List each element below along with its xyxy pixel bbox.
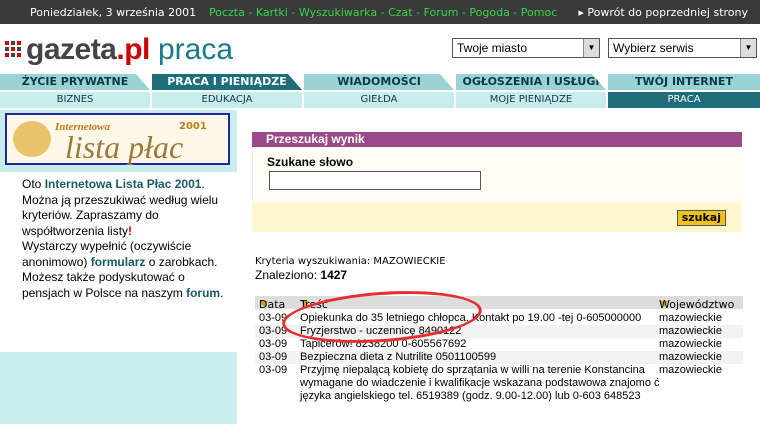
tab-wiadomosci[interactable]: WIADOMOŚCI (304, 74, 454, 90)
site-logo[interactable]: gazeta.pl (26, 33, 150, 67)
link-poczta[interactable]: Poczta (209, 6, 245, 19)
city-select[interactable]: Twoje miasto ▼ (452, 38, 600, 58)
row-text[interactable]: Przyjmę niepalącą kobietę do sprzątania … (300, 364, 660, 403)
found-count: Znaleziono: 1427 (255, 268, 347, 282)
header-data[interactable]: Data (259, 297, 285, 311)
sidebar-text: Oto Internetowa Lista Płac 2001. Można j… (0, 172, 237, 352)
search-panel: Szukane słowo (252, 147, 742, 202)
top-bar: Poniedziałek, 3 września 2001 Poczta - K… (0, 0, 760, 24)
lista-plac-banner[interactable]: Internetowa 2001 lista płac (5, 113, 230, 165)
link-pogoda[interactable]: Pogoda (469, 6, 509, 19)
city-select-value: Twoje miasto (457, 41, 528, 55)
table-row[interactable]: 03-09 Przyjmę niepalącą kobietę do sprzą… (255, 364, 743, 420)
tab-corner (288, 74, 302, 90)
tab-zycie-prywatne[interactable]: ŻYCIE PRYWATNE (0, 74, 150, 90)
logo-tld: .pl (116, 33, 150, 66)
current-date: Poniedziałek, 3 września 2001 (30, 6, 197, 19)
subtab-praca[interactable]: PRACA (608, 92, 760, 108)
search-label: Szukane słowo (267, 155, 354, 169)
tab-praca-i-pieniadze[interactable]: PRACA I PIENIĄDZE (152, 74, 302, 90)
link-czat[interactable]: Czat (388, 6, 413, 19)
tab-label: TWÓJ INTERNET (635, 75, 733, 88)
lista-plac-link[interactable]: Internetowa Lista Płac 2001 (45, 177, 202, 191)
logo-name: gazeta (26, 33, 117, 66)
service-select-value: Wybierz serwis (613, 41, 694, 55)
link-forum[interactable]: Forum (424, 6, 459, 19)
row-region: mazowieckie (659, 364, 722, 376)
tab-label: WIADOMOŚCI (337, 75, 421, 88)
row-region: mazowieckie (659, 351, 722, 363)
row-date: 03-09 (259, 338, 288, 350)
row-date: 03-09 (259, 351, 288, 363)
forum-dot: . (220, 285, 224, 300)
row-region: mazowieckie (659, 312, 722, 324)
subtab-gielda[interactable]: GIEŁDA (304, 92, 454, 108)
intro-text: Oto (22, 177, 42, 191)
tab-label: OGŁOSZENIA I USŁUGI (462, 75, 600, 88)
chevron-down-icon: ▼ (583, 39, 599, 57)
tab-corner (440, 74, 454, 90)
table-row[interactable]: 03-09 Bezpieczna dieta z Nutrilite 05011… (255, 351, 743, 364)
top-links: Poczta - Kartki - Wyszukiwarka - Czat - … (209, 6, 558, 19)
tab-ogloszenia[interactable]: OGŁOSZENIA I USŁUGI (456, 74, 606, 90)
row-region: mazowieckie (659, 325, 722, 337)
form-text-2: o zarobkach. (148, 254, 218, 269)
main-content: Przeszukaj wynik Szukane słowo szukaj Kr… (252, 110, 760, 424)
sub-nav: BIZNES EDUKACJA GIEŁDA MOJE PIENIĄDZE PR… (0, 92, 760, 108)
row-text[interactable]: Bezpieczna dieta z Nutrilite 0501100599 (300, 351, 660, 364)
search-button-bar: szukaj (252, 202, 742, 232)
tab-corner (136, 74, 150, 90)
search-input[interactable] (269, 171, 481, 190)
banner-line2: lista płac (65, 129, 184, 165)
coin-icon (13, 121, 51, 157)
chevron-down-icon: ▼ (740, 39, 756, 57)
gazeta-logo-icon (5, 41, 21, 57)
link-wyszukiwarka[interactable]: Wyszukiwarka (299, 6, 377, 19)
subtab-edukacja[interactable]: EDUKACJA (152, 92, 302, 108)
header-woj-label: Województwo (659, 298, 735, 311)
tab-corner (592, 74, 606, 90)
found-label: Znaleziono: (255, 268, 318, 282)
tab-twoj-internet[interactable]: TWÓJ INTERNET (608, 74, 760, 90)
subtab-biznes[interactable]: BIZNES (0, 92, 150, 108)
exclamation: ! (128, 223, 133, 238)
formularz-link[interactable]: formularz (91, 255, 146, 269)
main-nav: ŻYCIE PRYWATNE PRACA I PIENIĄDZE WIADOMO… (0, 74, 760, 90)
search-criteria: Kryteria wyszukiwania: MAZOWIECKIE (255, 256, 446, 267)
tab-label: PRACA I PIENIĄDZE (167, 75, 287, 88)
tab-label: ŻYCIE PRYWATNE (21, 75, 129, 88)
back-link[interactable]: ▸ Powrót do poprzedniej strony (578, 6, 748, 19)
row-date: 03-09 (259, 364, 288, 376)
left-sidebar: Internetowa 2001 lista płac Oto Internet… (0, 110, 237, 424)
service-select[interactable]: Wybierz serwis ▼ (608, 38, 757, 58)
forum-link[interactable]: forum (186, 286, 220, 300)
subtab-moje-pieniadze[interactable]: MOJE PIENIĄDZE (456, 92, 606, 108)
row-region: mazowieckie (659, 338, 722, 350)
header-wojewodztwo[interactable]: Województwo (659, 297, 734, 311)
link-pomoc[interactable]: Pomoc (521, 6, 557, 19)
found-number: 1427 (320, 268, 348, 282)
forum-text: Możesz także podyskutować o pensjach w P… (22, 270, 185, 300)
section-title: praca (158, 33, 234, 66)
header-data-label: Data (259, 298, 286, 311)
link-kartki[interactable]: Kartki (256, 6, 288, 19)
search-title: Przeszukaj wynik (252, 132, 742, 147)
search-button[interactable]: szukaj (676, 210, 726, 226)
